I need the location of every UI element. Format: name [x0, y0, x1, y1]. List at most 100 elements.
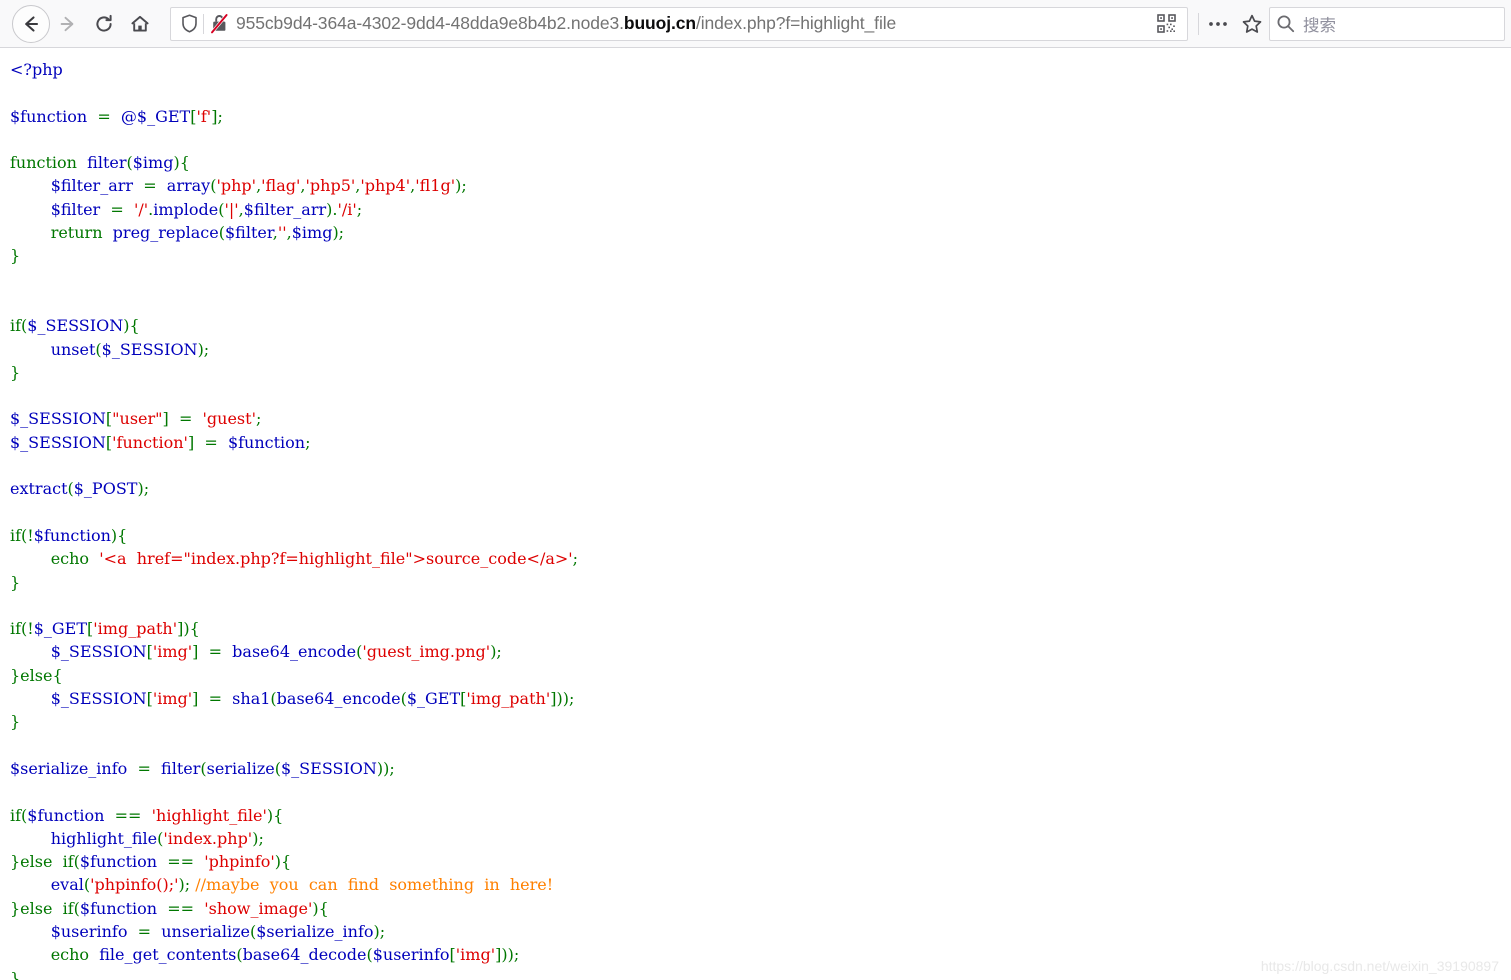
bookmark-button[interactable] [1235, 13, 1269, 35]
code-token: echo [10, 945, 90, 965]
code-token: 'phpinfo' [204, 852, 275, 872]
code-token: $_SESSION [10, 432, 106, 452]
toolbar-divider [1198, 12, 1199, 35]
code-token: = [194, 432, 228, 452]
code-token: $filter_arr [10, 176, 134, 196]
code-token: 'php4' [360, 176, 411, 196]
code-token: == [157, 898, 205, 918]
code-token: ; [255, 409, 262, 429]
code-token: = [198, 642, 233, 662]
code-token: $img [291, 223, 333, 243]
code-token: ; [217, 106, 223, 126]
code-token: == [157, 852, 205, 872]
code-token: }else [10, 898, 53, 918]
code-token: = [133, 176, 167, 196]
code-token: ); [197, 339, 210, 359]
code-token: $_POST [73, 479, 138, 499]
code-token: $function [79, 852, 158, 872]
code-token: $filter [224, 223, 273, 243]
insecure-connection-lock-icon[interactable] [204, 13, 234, 34]
code-token: 'flag' [261, 176, 301, 196]
ellipsis-icon [1209, 21, 1227, 26]
code-token: { [281, 852, 292, 872]
tracking-protection-shield-icon[interactable] [175, 14, 203, 33]
code-token: = [127, 758, 162, 778]
code-token: $function [27, 805, 105, 825]
code-token: if [10, 619, 22, 639]
code-token: eval [10, 875, 84, 895]
code-token: function [10, 153, 77, 173]
code-token: '' [277, 223, 287, 243]
code-token: unset [10, 339, 96, 359]
code-token: ])); [495, 945, 520, 965]
code-token: { [273, 805, 284, 825]
code-token: return [10, 223, 103, 243]
forward-button[interactable] [50, 6, 86, 42]
code-token: = [198, 689, 233, 709]
code-token: 'img' [152, 689, 193, 709]
page-content: <?php $function = @$_GET['f']; function … [0, 48, 1511, 980]
code-token: highlight_file [10, 828, 158, 848]
code-token: ]) [177, 619, 190, 639]
code-token: extract [10, 479, 68, 499]
code-token: $_SESSION [10, 642, 147, 662]
code-token: $filter_arr [243, 199, 327, 219]
code-token: = [127, 921, 162, 941]
code-token: } [10, 968, 21, 980]
code-token: $filter [10, 199, 101, 219]
code-token: 'img_path' [466, 689, 551, 709]
code-token: <?php [10, 60, 63, 79]
code-token: unserialize [161, 921, 250, 941]
code-token: } [10, 362, 21, 382]
code-token: )); [376, 758, 395, 778]
code-token: serialize [206, 758, 275, 778]
code-token: $_SESSION [101, 339, 198, 359]
code-token: { [179, 153, 190, 173]
url-bar[interactable]: 955cb9d4-364a-4302-9dd4-48dda9e8b4b2.nod… [170, 6, 1188, 41]
lock-crossed-icon [209, 13, 228, 34]
url-path: /index.php?f=highlight_file [695, 13, 897, 33]
browser-toolbar: 955cb9d4-364a-4302-9dd4-48dda9e8b4b2.nod… [0, 0, 1511, 48]
qr-code-icon[interactable] [1149, 14, 1183, 33]
code-token: $img [132, 153, 174, 173]
code-token: ; [572, 549, 579, 569]
code-token: }else{ [10, 665, 63, 685]
code-token: $serialize_info [10, 758, 128, 778]
code-token: if [10, 316, 22, 336]
code-token: ])); [550, 689, 575, 709]
code-token: 'img_path' [93, 619, 178, 639]
code-token: 'highlight_file' [151, 805, 267, 825]
code-token: 'img' [455, 945, 496, 965]
code-token: '|' [224, 199, 239, 219]
code-token: @$_GET [120, 106, 191, 126]
code-token: preg_replace [102, 223, 219, 243]
search-bar[interactable]: 搜索 [1269, 6, 1505, 41]
code-token: 'guest_img.png' [362, 642, 491, 662]
code-token: { [129, 316, 140, 336]
code-token: } [10, 246, 21, 266]
code-token: implode [153, 199, 219, 219]
code-token: array [166, 176, 211, 196]
home-icon [131, 15, 149, 32]
search-input-placeholder[interactable]: 搜索 [1295, 12, 1336, 36]
shield-icon [181, 14, 197, 33]
code-token: 'show_image' [204, 898, 313, 918]
code-token: if [52, 852, 74, 872]
url-text[interactable]: 955cb9d4-364a-4302-9dd4-48dda9e8b4b2.nod… [234, 13, 1149, 34]
code-token: "user" [112, 409, 163, 429]
code-token: ); [178, 875, 191, 895]
code-token: = [87, 106, 121, 126]
code-token: $_SESSION [10, 409, 106, 429]
page-actions-menu-button[interactable] [1201, 20, 1235, 28]
code-token: ); [252, 828, 264, 848]
code-token: $_SESSION [27, 316, 124, 336]
code-token: = [100, 199, 134, 219]
code-token: '/i' [337, 199, 357, 219]
home-button[interactable] [122, 6, 158, 42]
code-token: (! [21, 525, 34, 545]
code-token: 'phpinfo();' [90, 875, 179, 895]
reload-button[interactable] [86, 6, 122, 42]
code-token: } [10, 712, 21, 732]
back-button[interactable] [12, 4, 50, 43]
code-token: '/' [133, 199, 149, 219]
